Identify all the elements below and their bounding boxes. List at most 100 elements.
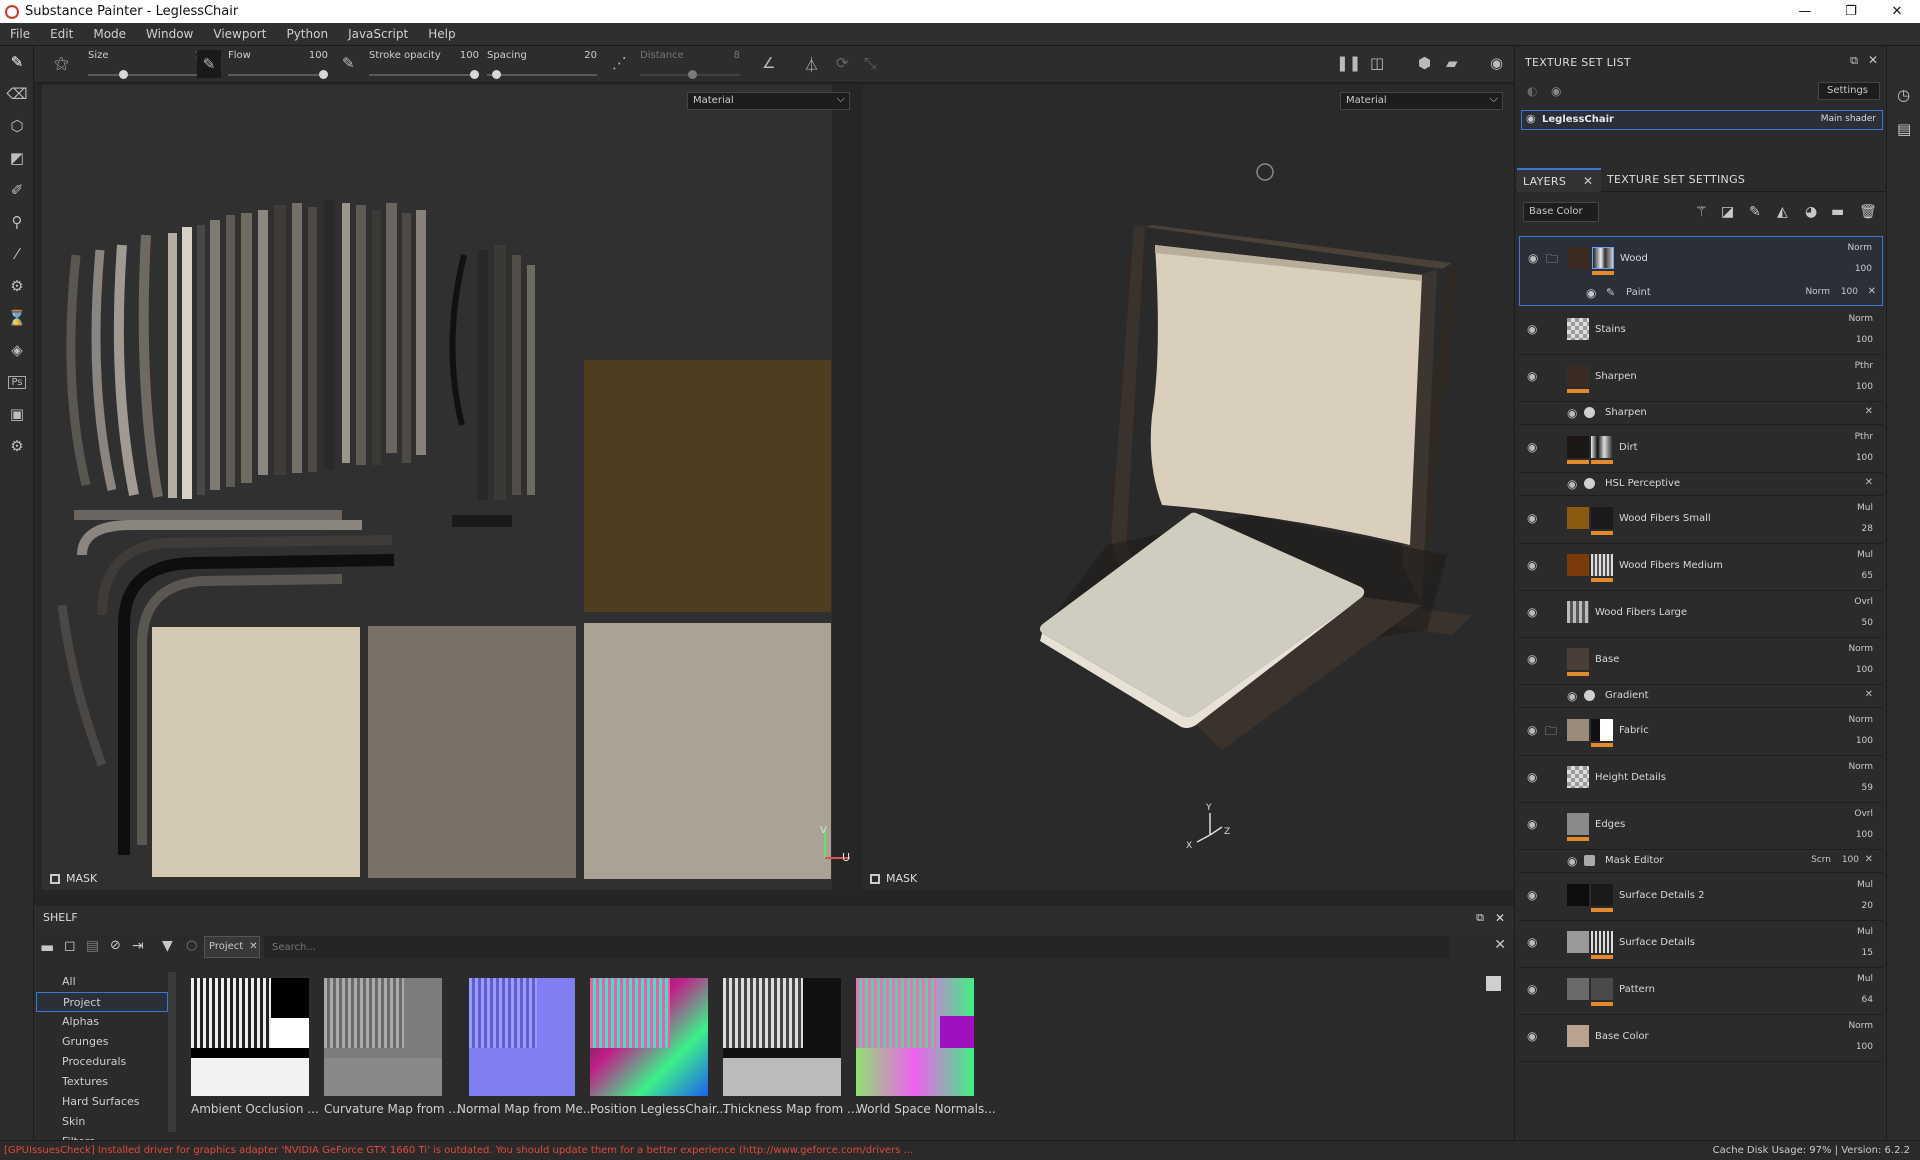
- flow-pen-icon[interactable]: ✎: [197, 50, 221, 78]
- lazy-mouse-icon[interactable]: ⋰: [612, 54, 627, 72]
- remove-effect-icon[interactable]: ✕: [1865, 854, 1873, 865]
- blend-mode[interactable]: Norm: [1848, 644, 1873, 654]
- project-filter-tag[interactable]: Project ✕: [204, 936, 260, 958]
- smudge-icon[interactable]: ✐: [0, 174, 34, 206]
- polygon-fill-icon[interactable]: ◩: [0, 142, 34, 174]
- eye-icon[interactable]: ◉: [1527, 935, 1537, 949]
- category-skin[interactable]: Skin: [36, 1112, 168, 1132]
- blend-mode[interactable]: Mul: [1857, 880, 1873, 890]
- layer-row-base-color[interactable]: ◉ Base Color Norm 100: [1519, 1015, 1883, 1062]
- blend-mode[interactable]: Pthr: [1855, 361, 1873, 371]
- delete-layer-icon[interactable]: 🗑: [1859, 204, 1877, 220]
- add-folder-icon[interactable]: ▬: [1831, 204, 1844, 220]
- remove-effect-icon[interactable]: ✕: [1868, 286, 1876, 297]
- shelf-item[interactable]: Position LeglessChair...: [590, 978, 727, 1116]
- layer-row-wood[interactable]: ◉ 🗀 Wood Norm 100 ◉ ✎ Paint Norm 100 ✕: [1519, 236, 1883, 306]
- tab-texture-set-settings[interactable]: TEXTURE SET SETTINGS: [1603, 168, 1763, 192]
- channel-select[interactable]: Base Color: [1523, 202, 1599, 222]
- menu-javascript[interactable]: JavaScript: [338, 27, 418, 41]
- blend-mode[interactable]: Scrn: [1811, 855, 1831, 865]
- eye-icon[interactable]: ◉: [1527, 369, 1537, 383]
- texture-set-row[interactable]: ◉ LeglessChair Main shader: [1521, 110, 1883, 130]
- eye-icon[interactable]: ◉: [1567, 477, 1577, 491]
- effect-opacity[interactable]: 100: [1841, 287, 1858, 297]
- blend-mode[interactable]: Norm: [1848, 1021, 1873, 1031]
- texture-set-settings-select[interactable]: Settings: [1818, 82, 1880, 100]
- add-paint-layer-icon[interactable]: ✎: [1749, 204, 1761, 220]
- layer-opacity[interactable]: 65: [1862, 571, 1873, 581]
- category-project[interactable]: Project: [36, 992, 168, 1012]
- layer-opacity[interactable]: 100: [1856, 665, 1873, 675]
- layer-row-pattern[interactable]: ◉ Pattern Mul 64: [1519, 968, 1883, 1015]
- import-icon[interactable]: ⇥: [132, 938, 144, 954]
- eye-icon[interactable]: ◉: [1527, 511, 1537, 525]
- layer-opacity[interactable]: 100: [1855, 264, 1872, 274]
- close-tab-icon[interactable]: ✕: [1583, 174, 1593, 188]
- stroke-opacity-slider[interactable]: Stroke opacity 100: [369, 50, 479, 79]
- eye-icon[interactable]: ◉: [1527, 440, 1537, 454]
- layer-row-base[interactable]: ◉ Base Norm 100: [1519, 638, 1883, 685]
- effect-row-hsl[interactable]: ◉ HSL Perceptive ✕: [1519, 473, 1883, 496]
- layer-opacity[interactable]: 100: [1856, 830, 1873, 840]
- blend-mode[interactable]: Norm: [1848, 715, 1873, 725]
- viewport-2d-mode-select[interactable]: Material: [687, 91, 850, 110]
- layer-opacity[interactable]: 64: [1862, 995, 1873, 1005]
- layer-opacity[interactable]: 28: [1862, 524, 1873, 534]
- eye-icon[interactable]: ◉: [1527, 652, 1537, 666]
- shelf-item[interactable]: World Space Normals...: [856, 978, 996, 1116]
- blend-mode[interactable]: Ovrl: [1854, 597, 1873, 607]
- shelf-item[interactable]: Normal Map from Me...: [457, 978, 594, 1116]
- category-grunges[interactable]: Grunges: [36, 1032, 168, 1052]
- bake-icon[interactable]: ⚙: [0, 270, 34, 302]
- filter-icon[interactable]: ▼: [162, 938, 173, 954]
- blend-mode[interactable]: Norm: [1805, 287, 1830, 297]
- visibility-icon[interactable]: ◉: [1551, 84, 1561, 98]
- category-all[interactable]: All: [36, 972, 168, 992]
- eye-icon[interactable]: ◉: [1526, 112, 1536, 125]
- close-panel-icon[interactable]: ✕: [1868, 53, 1878, 67]
- angle-icon[interactable]: ∠: [762, 54, 775, 72]
- eye-icon[interactable]: ◉: [1527, 322, 1537, 336]
- magic-wand-icon[interactable]: ⚚: [1695, 204, 1708, 220]
- layer-row-wood-fibers-medium[interactable]: ◉ Wood Fibers Medium Mul 65: [1519, 544, 1883, 591]
- add-fill-layer-icon[interactable]: ◭: [1777, 204, 1788, 220]
- eye-icon[interactable]: ◉: [1567, 689, 1577, 703]
- projection-icon[interactable]: ⬡: [0, 110, 34, 142]
- viewport-3d[interactable]: Y X Z Material MASK: [862, 85, 1514, 890]
- camera-icon[interactable]: ▰: [1446, 54, 1458, 72]
- symmetry-settings-icon[interactable]: ⟳: [836, 54, 849, 72]
- remove-effect-icon[interactable]: ✕: [1865, 406, 1873, 417]
- eye-icon[interactable]: ◉: [1567, 854, 1577, 868]
- flow-slider[interactable]: Flow 100: [228, 50, 328, 79]
- eye-icon[interactable]: ◉: [1527, 817, 1537, 831]
- add-filter-icon[interactable]: ◕: [1805, 204, 1817, 220]
- blend-mode[interactable]: Norm: [1848, 314, 1873, 324]
- minimize-button[interactable]: —: [1782, 0, 1828, 23]
- close-window-button[interactable]: ✕: [1874, 0, 1920, 23]
- layer-row-height-details[interactable]: ◉ Height Details Norm 59: [1519, 756, 1883, 803]
- layer-row-surface-details-2[interactable]: ◉ Surface Details 2 Mul 20: [1519, 874, 1883, 921]
- cube-icon[interactable]: ⬢: [1418, 54, 1431, 72]
- menu-edit[interactable]: Edit: [40, 27, 83, 41]
- effect-row-mask-editor[interactable]: ◉ Mask Editor Scrn 100 ✕: [1519, 850, 1883, 873]
- remove-effect-icon[interactable]: ✕: [1865, 477, 1873, 488]
- layer-opacity[interactable]: 100: [1856, 1042, 1873, 1052]
- layer-opacity[interactable]: 100: [1856, 382, 1873, 392]
- layer-row-surface-details[interactable]: ◉ Surface Details Mul 15: [1519, 921, 1883, 968]
- blend-mode[interactable]: Mul: [1857, 927, 1873, 937]
- effect-row-sharpen[interactable]: ◉ Sharpen ✕: [1519, 402, 1883, 425]
- eye-icon[interactable]: ◉: [1527, 605, 1537, 619]
- layer-row-edges[interactable]: ◉ Edges Ovrl 100: [1519, 803, 1883, 850]
- clear-search-icon[interactable]: ✕: [1494, 937, 1506, 953]
- eraser-icon[interactable]: ⌫: [0, 78, 34, 110]
- mask-toggle-3d[interactable]: MASK: [870, 872, 917, 885]
- category-alphas[interactable]: Alphas: [36, 1012, 168, 1032]
- blend-mode[interactable]: Pthr: [1855, 432, 1873, 442]
- transform-icon[interactable]: ⤡: [864, 54, 876, 72]
- effect-row-gradient[interactable]: ◉ Gradient ✕: [1519, 685, 1883, 708]
- float-panel-icon[interactable]: ⧉: [1476, 906, 1484, 930]
- log-icon[interactable]: ▤: [1897, 120, 1911, 138]
- layer-opacity[interactable]: 15: [1862, 948, 1873, 958]
- viewport-3d-mode-select[interactable]: Material: [1340, 91, 1503, 110]
- category-textures[interactable]: Textures: [36, 1072, 168, 1092]
